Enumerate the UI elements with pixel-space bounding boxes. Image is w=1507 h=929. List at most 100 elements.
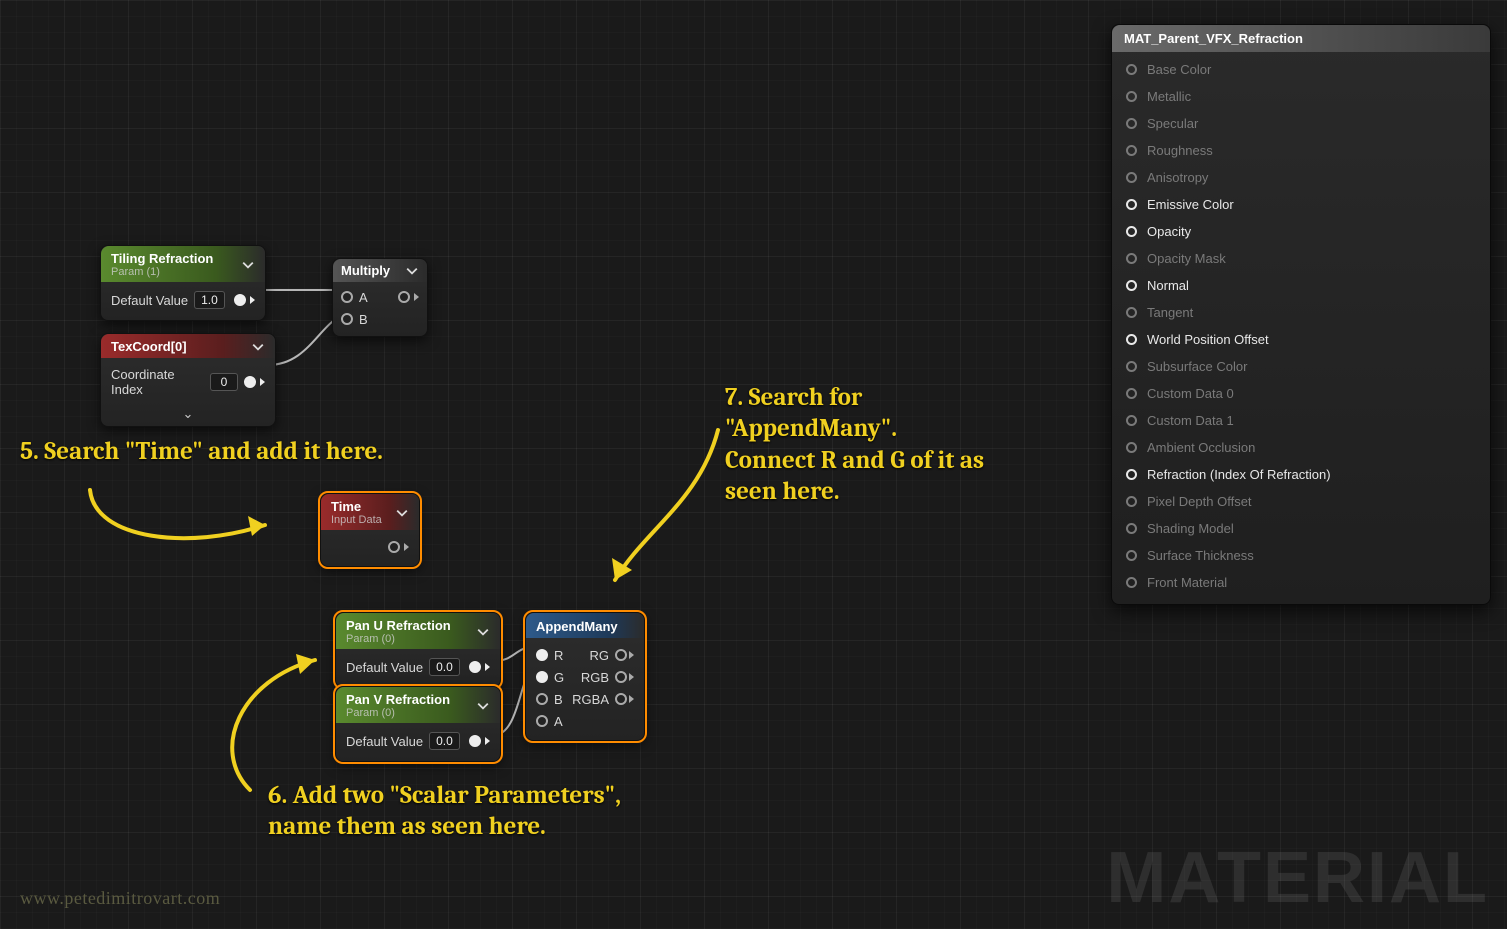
material-pin-icon[interactable] — [1126, 361, 1137, 372]
material-pin-row[interactable]: Tangent — [1112, 299, 1490, 326]
input-pin-r[interactable] — [536, 649, 548, 661]
output-pin-rg[interactable] — [615, 649, 627, 661]
input-pin-b[interactable] — [341, 313, 353, 325]
material-pin-row[interactable]: Metallic — [1112, 83, 1490, 110]
material-pin-icon[interactable] — [1126, 307, 1137, 318]
input-pin-b[interactable] — [536, 693, 548, 705]
node-texcoord[interactable]: TexCoord[0] Coordinate Index 0 ⌄ — [100, 333, 276, 427]
output-pin[interactable] — [469, 735, 481, 747]
material-pin-icon[interactable] — [1126, 64, 1137, 75]
chevron-down-icon[interactable] — [395, 506, 409, 520]
coord-index-input[interactable]: 0 — [210, 373, 238, 391]
default-value-input[interactable]: 0.0 — [429, 658, 460, 676]
material-pin-icon[interactable] — [1126, 118, 1137, 129]
chevron-down-icon[interactable] — [241, 258, 255, 272]
material-pin-icon[interactable] — [1126, 280, 1137, 291]
material-pin-row[interactable]: Pixel Depth Offset — [1112, 488, 1490, 515]
node-subtitle: Param (1) — [111, 266, 213, 278]
output-pin-rgb[interactable] — [615, 671, 627, 683]
material-pin-row[interactable]: Normal — [1112, 272, 1490, 299]
node-header[interactable]: Pan U Refraction Param (0) — [336, 613, 500, 649]
material-pin-row[interactable]: Refraction (Index Of Refraction) — [1112, 461, 1490, 488]
output-pin[interactable] — [234, 294, 246, 306]
material-pin-row[interactable]: Custom Data 1 — [1112, 407, 1490, 434]
chevron-down-icon[interactable] — [476, 699, 490, 713]
material-pin-icon[interactable] — [1126, 145, 1137, 156]
material-output-panel[interactable]: MAT_Parent_VFX_Refraction Base ColorMeta… — [1111, 24, 1491, 605]
material-pin-label: Opacity — [1147, 224, 1191, 239]
material-pin-label: Pixel Depth Offset — [1147, 494, 1252, 509]
node-pan-u-refraction[interactable]: Pan U Refraction Param (0) Default Value… — [335, 612, 501, 688]
pin-label: RG — [590, 648, 610, 663]
watermark-url: www.petedimitrovart.com — [20, 888, 220, 909]
material-pin-label: Metallic — [1147, 89, 1191, 104]
node-title: AppendMany — [536, 619, 618, 634]
material-pin-icon[interactable] — [1126, 334, 1137, 345]
output-pin[interactable] — [398, 291, 410, 303]
node-header[interactable]: Tiling Refraction Param (1) — [101, 246, 265, 282]
material-pin-label: Opacity Mask — [1147, 251, 1226, 266]
pin-label-a: A — [359, 290, 368, 305]
default-value-input[interactable]: 0.0 — [429, 732, 460, 750]
material-pin-row[interactable]: Emissive Color — [1112, 191, 1490, 218]
material-pin-row[interactable]: Ambient Occlusion — [1112, 434, 1490, 461]
material-pin-row[interactable]: Opacity Mask — [1112, 245, 1490, 272]
node-header[interactable]: TexCoord[0] — [101, 334, 275, 358]
material-pin-icon[interactable] — [1126, 91, 1137, 102]
material-pin-icon[interactable] — [1126, 577, 1137, 588]
material-pin-row[interactable]: Front Material — [1112, 569, 1490, 596]
material-pin-label: Emissive Color — [1147, 197, 1234, 212]
material-pin-icon[interactable] — [1126, 253, 1137, 264]
material-pin-icon[interactable] — [1126, 172, 1137, 183]
node-title: Time — [331, 499, 361, 514]
output-pin[interactable] — [244, 376, 256, 388]
output-pin-rgba[interactable] — [615, 693, 627, 705]
material-pin-row[interactable]: World Position Offset — [1112, 326, 1490, 353]
chevron-down-icon[interactable] — [251, 340, 265, 354]
node-pan-v-refraction[interactable]: Pan V Refraction Param (0) Default Value… — [335, 686, 501, 762]
material-pin-row[interactable]: Opacity — [1112, 218, 1490, 245]
material-pin-row[interactable]: Shading Model — [1112, 515, 1490, 542]
material-graph-canvas[interactable]: Tiling Refraction Param (1) Default Valu… — [0, 0, 1507, 929]
node-time[interactable]: Time Input Data — [320, 493, 420, 567]
node-multiply[interactable]: Multiply A B — [332, 258, 428, 337]
input-pin-a[interactable] — [536, 715, 548, 727]
material-pin-icon[interactable] — [1126, 469, 1137, 480]
material-pin-icon[interactable] — [1126, 496, 1137, 507]
chevron-down-icon[interactable] — [476, 625, 490, 639]
material-pin-row[interactable]: Surface Thickness — [1112, 542, 1490, 569]
material-pin-row[interactable]: Custom Data 0 — [1112, 380, 1490, 407]
material-pin-icon[interactable] — [1126, 550, 1137, 561]
node-tiling-refraction[interactable]: Tiling Refraction Param (1) Default Valu… — [100, 245, 266, 321]
material-pin-label: Tangent — [1147, 305, 1193, 320]
watermark-label: MATERIAL — [1106, 837, 1489, 919]
material-pin-icon[interactable] — [1126, 199, 1137, 210]
coord-index-label: Coordinate Index — [111, 367, 204, 397]
output-pin[interactable] — [388, 541, 400, 553]
material-pin-label: Custom Data 0 — [1147, 386, 1234, 401]
node-append-many[interactable]: AppendMany R RG G RGB B RGBA — [525, 612, 645, 741]
node-header[interactable]: AppendMany — [526, 613, 644, 638]
output-pin[interactable] — [469, 661, 481, 673]
material-pin-row[interactable]: Anisotropy — [1112, 164, 1490, 191]
node-header[interactable]: Pan V Refraction Param (0) — [336, 687, 500, 723]
material-pin-row[interactable]: Roughness — [1112, 137, 1490, 164]
node-header[interactable]: Time Input Data — [321, 494, 419, 530]
chevron-down-icon[interactable] — [405, 264, 419, 278]
material-pin-row[interactable]: Base Color — [1112, 56, 1490, 83]
material-pin-icon[interactable] — [1126, 415, 1137, 426]
material-pin-icon[interactable] — [1126, 388, 1137, 399]
material-pin-icon[interactable] — [1126, 523, 1137, 534]
default-value-input[interactable]: 1.0 — [194, 291, 225, 309]
material-pin-row[interactable]: Subsurface Color — [1112, 353, 1490, 380]
material-pin-label: Surface Thickness — [1147, 548, 1254, 563]
input-pin-a[interactable] — [341, 291, 353, 303]
node-header[interactable]: Multiply — [333, 259, 427, 282]
material-pin-label: World Position Offset — [1147, 332, 1269, 347]
chevron-down-icon[interactable]: ⌄ — [101, 406, 275, 426]
material-pin-row[interactable]: Specular — [1112, 110, 1490, 137]
node-title: TexCoord[0] — [111, 339, 187, 354]
material-pin-icon[interactable] — [1126, 442, 1137, 453]
material-pin-icon[interactable] — [1126, 226, 1137, 237]
input-pin-g[interactable] — [536, 671, 548, 683]
